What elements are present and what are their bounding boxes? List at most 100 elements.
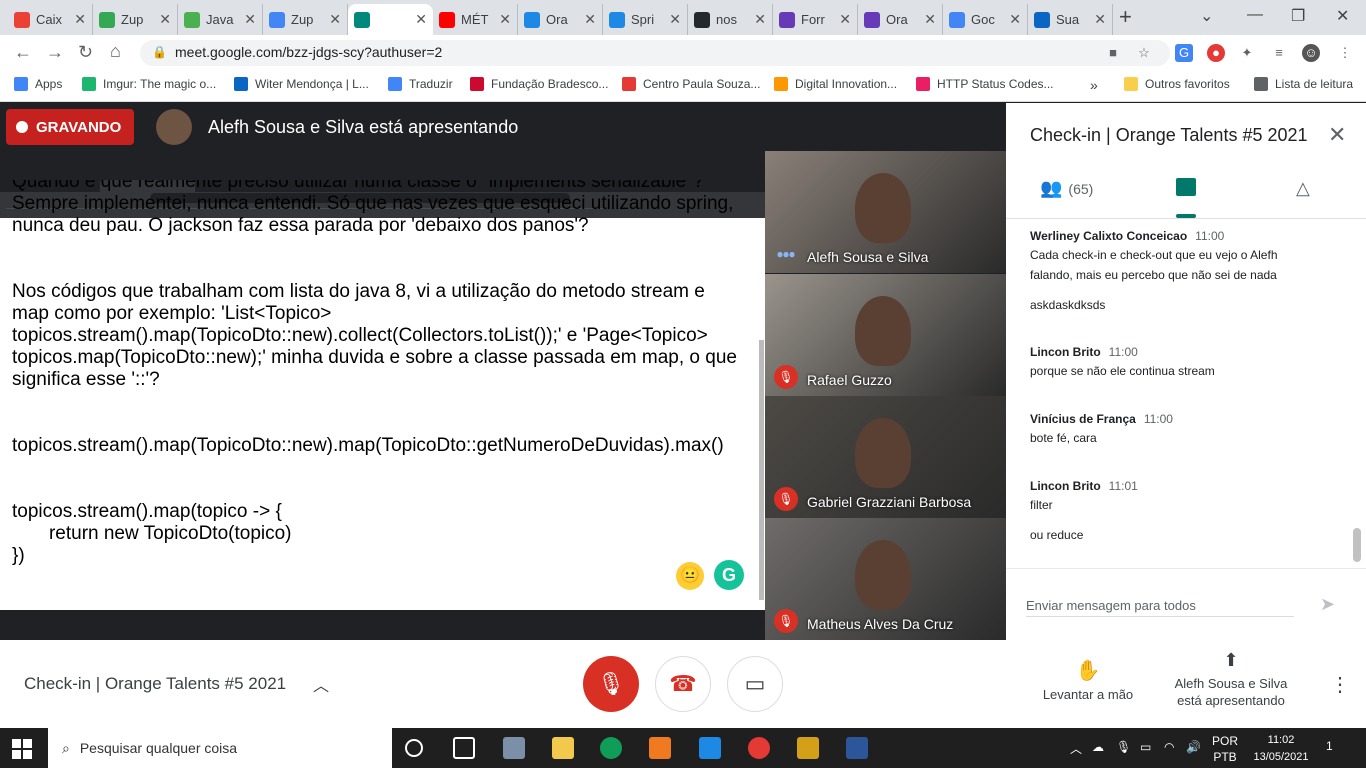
- close-tab-icon[interactable]: ✕: [669, 11, 681, 28]
- lock-icon[interactable]: 🔒: [152, 45, 167, 59]
- bookmark-item[interactable]: HTTP Status Codes...: [916, 77, 1054, 91]
- tab-people[interactable]: 👥 (65): [1040, 178, 1093, 199]
- meeting-title[interactable]: Check-in | Orange Talents #5 2021: [24, 674, 286, 694]
- browser-tab[interactable]: ✕: [348, 4, 433, 35]
- bookmark-item[interactable]: Fundação Bradesco...: [470, 77, 608, 91]
- onedrive-icon[interactable]: ☁: [1092, 740, 1104, 754]
- game-icon[interactable]: [797, 737, 819, 759]
- more-options-icon[interactable]: ⋮: [1330, 672, 1350, 697]
- app-icon[interactable]: [503, 737, 525, 759]
- close-tab-icon[interactable]: ✕: [329, 11, 341, 28]
- close-tab-icon[interactable]: ✕: [1009, 11, 1021, 28]
- browser-tab[interactable]: Ora ✕: [858, 4, 943, 35]
- present-button[interactable]: ⬆ Alefh Sousa e Silva está apresentando: [1168, 651, 1294, 709]
- notifications-icon[interactable]: 1: [1326, 739, 1333, 753]
- word-icon[interactable]: [846, 737, 868, 759]
- volume-icon[interactable]: 🔊: [1186, 740, 1201, 754]
- bookmark-star-icon[interactable]: ☆: [1135, 44, 1153, 62]
- camera-icon[interactable]: ■: [1104, 44, 1122, 62]
- tab-search-icon[interactable]: ⌄: [1200, 6, 1213, 26]
- reload-icon[interactable]: ↻: [78, 42, 93, 63]
- close-tab-icon[interactable]: ✕: [244, 11, 256, 28]
- close-tab-icon[interactable]: ✕: [499, 11, 511, 28]
- bookmark-item[interactable]: Digital Innovation...: [774, 77, 897, 91]
- minimize-button[interactable]: —: [1247, 6, 1263, 24]
- edge-icon[interactable]: [600, 737, 622, 759]
- bookmark-item[interactable]: Imgur: The magic o...: [82, 77, 216, 91]
- bookmark-item[interactable]: Apps: [14, 77, 62, 91]
- home-icon[interactable]: ⌂: [110, 41, 121, 62]
- back-icon[interactable]: ←: [14, 42, 32, 63]
- language-indicator[interactable]: POR PTB: [1212, 733, 1238, 765]
- bookmark-item[interactable]: Witer Mendonça | L...: [234, 77, 369, 91]
- bookmark-item[interactable]: Lista de leitura: [1254, 77, 1353, 91]
- browser-tab[interactable]: Zup ✕: [263, 4, 348, 35]
- close-tab-icon[interactable]: ✕: [74, 11, 86, 28]
- participant-tile[interactable]: 🎙 Rafael Guzzo: [765, 274, 1006, 396]
- bookmark-item[interactable]: Traduzir: [388, 77, 453, 91]
- close-tab-icon[interactable]: ✕: [754, 11, 766, 28]
- windows-start-icon[interactable]: [12, 739, 32, 759]
- tray-chevron-icon[interactable]: ︿: [1070, 740, 1082, 757]
- participant-tile[interactable]: 🎙 Gabriel Grazziani Barbosa: [765, 396, 1006, 518]
- raise-hand-button[interactable]: ✋ Levantar a mão: [1038, 658, 1138, 702]
- mic-tray-icon[interactable]: 🎙: [1116, 740, 1131, 754]
- close-tab-icon[interactable]: ✕: [1094, 11, 1106, 28]
- file-explorer-icon[interactable]: [552, 737, 574, 759]
- extensions-icon[interactable]: ✦: [1238, 44, 1256, 62]
- browser-tab[interactable]: Java ✕: [178, 4, 263, 35]
- profile-avatar[interactable]: ☺: [1302, 44, 1320, 62]
- more-bookmarks-icon[interactable]: »: [1090, 77, 1098, 93]
- close-tab-icon[interactable]: ✕: [839, 11, 851, 28]
- tab-chat[interactable]: [1176, 178, 1196, 196]
- browser-tab[interactable]: Ora ✕: [518, 4, 603, 35]
- wifi-icon[interactable]: ◠: [1164, 740, 1174, 754]
- media-player-icon[interactable]: [649, 737, 671, 759]
- browser-tab[interactable]: nos ✕: [688, 4, 773, 35]
- clock[interactable]: 11:02 13/05/2021: [1246, 732, 1316, 766]
- camera-toggle-button[interactable]: ▭: [727, 656, 783, 712]
- new-tab-button[interactable]: +: [1119, 4, 1132, 30]
- shared-text-line: nunca deu pau. O jackson faz essa parada…: [12, 215, 589, 236]
- browser-tab[interactable]: Caix ✕: [8, 4, 93, 35]
- cortana-icon[interactable]: [405, 739, 423, 757]
- mic-toggle-button[interactable]: 🎙: [583, 656, 639, 712]
- chat-input[interactable]: Enviar mensagem para todos: [1026, 598, 1196, 613]
- bookmark-item[interactable]: Centro Paula Souza...: [622, 77, 760, 91]
- close-tab-icon[interactable]: ✕: [924, 11, 936, 28]
- chat-message-header: Vinícius de França 11:00: [1030, 412, 1173, 426]
- send-icon[interactable]: ➤: [1320, 594, 1335, 615]
- browser-tab[interactable]: Sua ✕: [1028, 4, 1113, 35]
- menu-icon[interactable]: ⋮: [1336, 44, 1354, 62]
- panel-scrollbar[interactable]: [1353, 528, 1361, 562]
- close-tab-icon[interactable]: ✕: [159, 11, 171, 28]
- browser-tab[interactable]: Goc ✕: [943, 4, 1028, 35]
- tab-activities[interactable]: △: [1296, 178, 1310, 199]
- taskbar-search[interactable]: ⌕ Pesquisar qualquer coisa: [48, 728, 392, 768]
- leave-call-button[interactable]: ☎: [655, 656, 711, 712]
- participant-tile[interactable]: ⦁⦁⦁ Alefh Sousa e Silva: [765, 151, 1006, 273]
- adblock-icon[interactable]: ●: [1207, 44, 1225, 62]
- participant-tile[interactable]: 🎙 Matheus Alves Da Cruz: [765, 518, 1006, 640]
- browser-tab[interactable]: Spri ✕: [603, 4, 688, 35]
- close-panel-icon[interactable]: ✕: [1328, 122, 1346, 148]
- close-tab-icon[interactable]: ✕: [584, 11, 596, 28]
- bookmark-item[interactable]: Outros favoritos: [1124, 77, 1230, 91]
- restore-button[interactable]: ❐: [1291, 6, 1305, 26]
- browser-tab[interactable]: Zup ✕: [93, 4, 178, 35]
- url-text[interactable]: meet.google.com/bzz-jdgs-scy?authuser=2: [175, 44, 442, 60]
- task-view-icon[interactable]: [453, 737, 475, 759]
- close-window-button[interactable]: ✕: [1336, 6, 1349, 26]
- chevron-up-icon[interactable]: ︿: [313, 672, 329, 696]
- battery-icon[interactable]: ▭: [1140, 740, 1151, 754]
- media-icon[interactable]: ≡: [1270, 44, 1288, 62]
- translate-icon[interactable]: G: [1175, 44, 1193, 62]
- forward-icon[interactable]: →: [46, 42, 64, 63]
- browser-tab[interactable]: MÉT ✕: [433, 4, 518, 35]
- close-tab-icon[interactable]: ✕: [415, 11, 427, 28]
- shared-text-line: significa esse '::'?: [12, 369, 160, 390]
- browser-tab[interactable]: Forr ✕: [773, 4, 858, 35]
- shared-text-line: Nos códigos que trabalham com lista do j…: [12, 281, 705, 302]
- mail-icon[interactable]: [699, 737, 721, 759]
- chrome-icon[interactable]: [748, 737, 770, 759]
